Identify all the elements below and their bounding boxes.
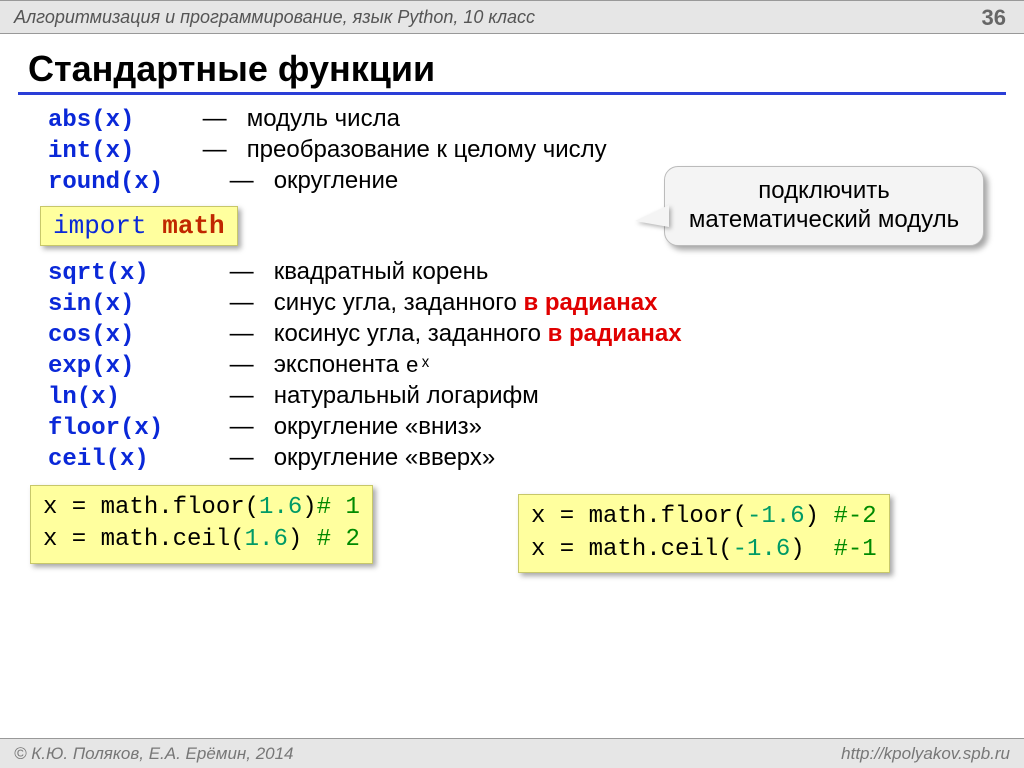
fn-desc-red: в радианах	[548, 320, 682, 347]
slide-footer: © К.Ю. Поляков, Е.А. Ерёмин, 2014 http:/…	[0, 738, 1024, 768]
fn-row: floor(x) — округление «вниз»	[48, 413, 1024, 442]
import-box: import math	[40, 206, 238, 246]
fn-desc: синус угла, заданного	[274, 289, 524, 316]
fn-desc: натуральный логарифм	[274, 382, 539, 409]
fn-sig: sqrt(x)	[48, 260, 223, 287]
fn-desc: квадратный корень	[274, 258, 489, 285]
fn-row: cos(x) — косинус угла, заданного в радиа…	[48, 320, 1024, 349]
fn-row: abs(x) — модуль числа	[48, 105, 1024, 134]
code-examples: x = math.floor(1.6)# 1 x = math.ceil(1.6…	[48, 475, 1024, 595]
callout-bubble: подключить математический модуль	[664, 166, 984, 246]
code-box-left: x = math.floor(1.6)# 1 x = math.ceil(1.6…	[30, 485, 373, 564]
fn-sig: ln(x)	[48, 384, 223, 411]
callout-text: подключить математический модуль	[689, 177, 959, 233]
fn-row: ceil(x) — округление «вверх»	[48, 444, 1024, 473]
fn-sig: floor(x)	[48, 415, 223, 442]
title-underline	[18, 92, 1006, 95]
import-module: math	[162, 211, 224, 241]
fn-desc: округление	[274, 167, 399, 194]
fn-desc: косинус угла, заданного	[274, 320, 548, 347]
footer-url: http://kpolyakov.spb.ru	[841, 744, 1010, 764]
fn-desc-red: в радианах	[523, 289, 657, 316]
fn-desc: модуль числа	[247, 105, 400, 132]
fn-desc: округление «вверх»	[274, 444, 496, 471]
fn-row: ln(x) — натуральный логарифм	[48, 382, 1024, 411]
slide-title: Стандартные функции	[28, 48, 1024, 90]
copyright: © К.Ю. Поляков, Е.А. Ерёмин, 2014	[14, 744, 294, 764]
fn-sig: sin(x)	[48, 291, 223, 318]
fn-row: sqrt(x) — квадратный корень	[48, 258, 1024, 287]
fn-desc: преобразование к целому числу	[247, 136, 607, 163]
fn-desc-mono: eˣ	[406, 354, 432, 379]
callout-tail	[635, 205, 669, 227]
page-number: 36	[982, 5, 1006, 31]
fn-sig: ceil(x)	[48, 446, 223, 473]
fn-sig: cos(x)	[48, 322, 223, 349]
fn-sig: abs(x)	[48, 107, 196, 134]
fn-row: int(x) — преобразование к целому числу	[48, 136, 1024, 165]
fn-desc: экспонента	[274, 351, 406, 378]
fn-desc: округление «вниз»	[274, 413, 482, 440]
fn-sig: round(x)	[48, 169, 223, 196]
slide-header: Алгоритмизация и программирование, язык …	[0, 0, 1024, 34]
course-label: Алгоритмизация и программирование, язык …	[14, 7, 535, 28]
code-box-right: x = math.floor(-1.6) #-2 x = math.ceil(-…	[518, 494, 890, 573]
fn-sig: int(x)	[48, 138, 196, 165]
fn-sig: exp(x)	[48, 353, 223, 380]
fn-row: sin(x) — синус угла, заданного в радиана…	[48, 289, 1024, 318]
fn-row: exp(x) — экспонента eˣ	[48, 351, 1024, 380]
import-keyword: import	[53, 211, 147, 241]
